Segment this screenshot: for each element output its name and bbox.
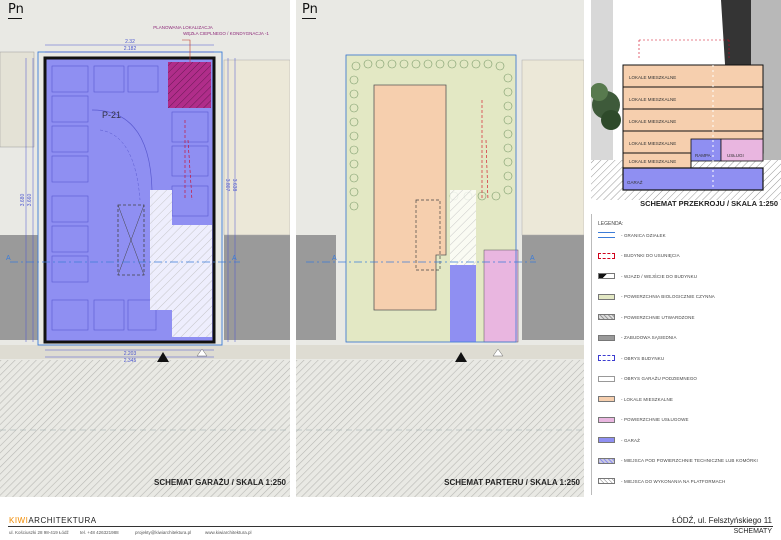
- legend-item: - WJAZD / WEJŚCIE DO BUDYNKU: [598, 271, 697, 281]
- dim-top-1: 2.32: [125, 39, 135, 45]
- garage-plan-drawing: P-21 PLANOWANA LOKALIZACJA WĘZŁA CIEPLNE…: [0, 25, 290, 497]
- garage-entry: [450, 265, 476, 342]
- service-area: [483, 249, 519, 343]
- legend-item: - POWIERZCHNIE USŁUGOWE: [598, 415, 689, 425]
- legend-item: - OBRYS BUDYNKU: [598, 353, 664, 363]
- legend-item: - POWIERZCHNIE UTWARDZONE: [598, 312, 695, 322]
- legend-item: - LOKALE MIESZKALNE: [598, 394, 673, 404]
- legend-label: - GRANICA DZIAŁEK: [621, 232, 666, 238]
- section-mark-right: A: [232, 255, 237, 262]
- garage-plan-panel: P-21 PLANOWANA LOKALIZACJA WĘZŁA CIEPLNE…: [0, 0, 290, 497]
- legend-item: - BUDYNKI DO USUNIĘCIA: [598, 251, 680, 261]
- legend-swatch: [598, 375, 615, 382]
- dim-left-1: 3.680: [20, 194, 26, 207]
- legend-label: - MIEJSCA POD POWIERZCHNIE TECHNICZNE LU…: [621, 458, 758, 463]
- brand-logo: KIWIARCHITEKTURA: [9, 516, 97, 525]
- north-arrow-icon: Pn: [302, 2, 318, 17]
- legend-label: - POWIERZCHNIA BIOLOGICZNIE CZYNNA: [621, 294, 715, 299]
- legend-item: - OBRYS GARAŻU PODZIEMNEGO: [598, 374, 697, 384]
- legend-swatch: [598, 396, 615, 402]
- legend-label: - OBRYS GARAŻU PODZIEMNEGO: [621, 376, 698, 381]
- office-phone: tel. +48 426321988: [80, 530, 119, 535]
- street-area: [0, 360, 290, 497]
- garage-label: GARAŻ: [627, 179, 643, 185]
- legend-swatch: [598, 355, 615, 361]
- brand-accent: KIWI: [9, 516, 29, 525]
- section-panel: LOKALE MIESZKALNE LOKALE MIESZKALNE LOKA…: [591, 0, 781, 210]
- north-arrow-icon: Pn: [8, 2, 24, 17]
- office-email[interactable]: projekty@kiwiarchitektura.pl: [135, 530, 191, 535]
- legend-label: - ZABUDOWA SĄSIEDNIA: [621, 335, 677, 340]
- legend-swatch: [598, 437, 615, 443]
- floor-label-3: LOKALE MIESZKALNE: [629, 119, 676, 124]
- callout-line1: PLANOWANA LOKALIZACJA: [153, 25, 213, 30]
- floor-label-4: LOKALE MIESZKALNE: [629, 97, 676, 102]
- legend-swatch: [598, 457, 615, 464]
- dim-bottom-1: 2.203: [124, 351, 137, 357]
- office-website[interactable]: www.kiwiarchitektura.pl: [205, 530, 252, 535]
- legend-item: - POWIERZCHNIA BIOLOGICZNIE CZYNNA: [598, 292, 715, 302]
- legend-item: - GRANICA DZIAŁEK: [598, 230, 666, 240]
- ramp-label: RAMPA: [695, 153, 711, 158]
- floor-label-1: LOKALE MIESZKALNE: [629, 159, 676, 164]
- legend-label: - WJAZD / WEJŚCIE DO BUDYNKU: [621, 273, 698, 279]
- legend-label: - BUDYNKI DO USUNIĘCIA: [621, 253, 680, 258]
- section-mark-right: A: [530, 255, 535, 262]
- legend-swatch: [598, 314, 615, 320]
- legend-swatch: [598, 334, 615, 341]
- title-block: KIWIARCHITEKTURA ul. Kościuszki 28 98-41…: [0, 498, 781, 540]
- legend-swatch: [598, 478, 615, 484]
- legend-swatch: [598, 252, 615, 259]
- legend-title: LEGENDA:: [598, 221, 624, 227]
- neighbour-building: [0, 235, 38, 340]
- legend-label: - LOKALE MIESZKALNE: [621, 396, 673, 402]
- legend-label: - POWIERZCHNIE UTWARDZONE: [621, 314, 695, 320]
- section-garage: [622, 167, 764, 191]
- floor-label-5: LOKALE MIESZKALNE: [629, 75, 676, 80]
- legend-item: - MIEJSCA POD POWIERZCHNIE TECHNICZNE LU…: [598, 456, 758, 466]
- section-mark-left: A: [6, 255, 11, 262]
- dim-bottom-2: 2.345: [124, 358, 137, 364]
- section-caption: SCHEMAT PRZEKROJU / SKALA 1:250: [640, 199, 778, 208]
- service-label: USŁUGI: [727, 153, 744, 158]
- neighbour-building: [224, 235, 290, 340]
- legend-label: - GARAŻ: [621, 437, 640, 443]
- legend-swatch: [598, 293, 615, 300]
- legend-swatch: [598, 273, 615, 279]
- legend-item: - MIEJSCA DO WYKONANIA NA PLATFORMACH: [598, 476, 725, 486]
- callout-line2: WĘZŁA CIEPLNEGO / KONDYGNACJA -1: [183, 31, 269, 36]
- project-address: ŁÓDŹ, ul. Felsztyńskiego 11: [672, 516, 772, 525]
- section-drawing: LOKALE MIESZKALNE LOKALE MIESZKALNE LOKA…: [591, 0, 781, 200]
- dim-left-2: 3.660: [27, 194, 33, 207]
- ground-plan-drawing: A A: [296, 54, 584, 497]
- dim-top-2: 2.182: [124, 46, 137, 52]
- sheet-title: SCHEMATY: [733, 528, 772, 535]
- residential-block: [373, 84, 447, 311]
- section-mark-left: A: [332, 255, 337, 262]
- legend-label: - OBRYS BUDYNKU: [621, 355, 665, 361]
- legend-swatch: [598, 416, 615, 423]
- dim-right-2: 3.638: [231, 179, 237, 192]
- neighbour-building: [522, 235, 584, 340]
- legend-label: - POWIERZCHNIE USŁUGOWE: [621, 417, 689, 422]
- neighbour-building: [296, 235, 336, 340]
- legend-label: - MIEJSCA DO WYKONANIA NA PLATFORMACH: [621, 478, 726, 484]
- ground-plan-panel: A A Pn SCHEMAT PARTERU / SKALA 1:250: [296, 0, 584, 497]
- street-area: [296, 360, 584, 497]
- legend-item: - GARAŻ: [598, 435, 640, 445]
- plot-label: P-21: [102, 110, 121, 120]
- dim-right-1: 3.807: [224, 179, 230, 192]
- legend: LEGENDA: - GRANICA DZIAŁEK - BUDYNKI DO U…: [591, 214, 781, 495]
- floor-label-2: LOKALE MIESZKALNE: [629, 141, 676, 146]
- legend-swatch: [598, 232, 615, 238]
- office-address: ul. Kościuszki 28 98-419 Łódź: [9, 530, 69, 535]
- legend-item: - ZABUDOWA SĄSIEDNIA: [598, 333, 677, 343]
- garage-caption: SCHEMAT GARAŻU / SKALA 1:250: [153, 478, 286, 487]
- brand-rest: ARCHITEKTURA: [28, 516, 97, 525]
- ground-caption: SCHEMAT PARTERU / SKALA 1:250: [444, 478, 580, 487]
